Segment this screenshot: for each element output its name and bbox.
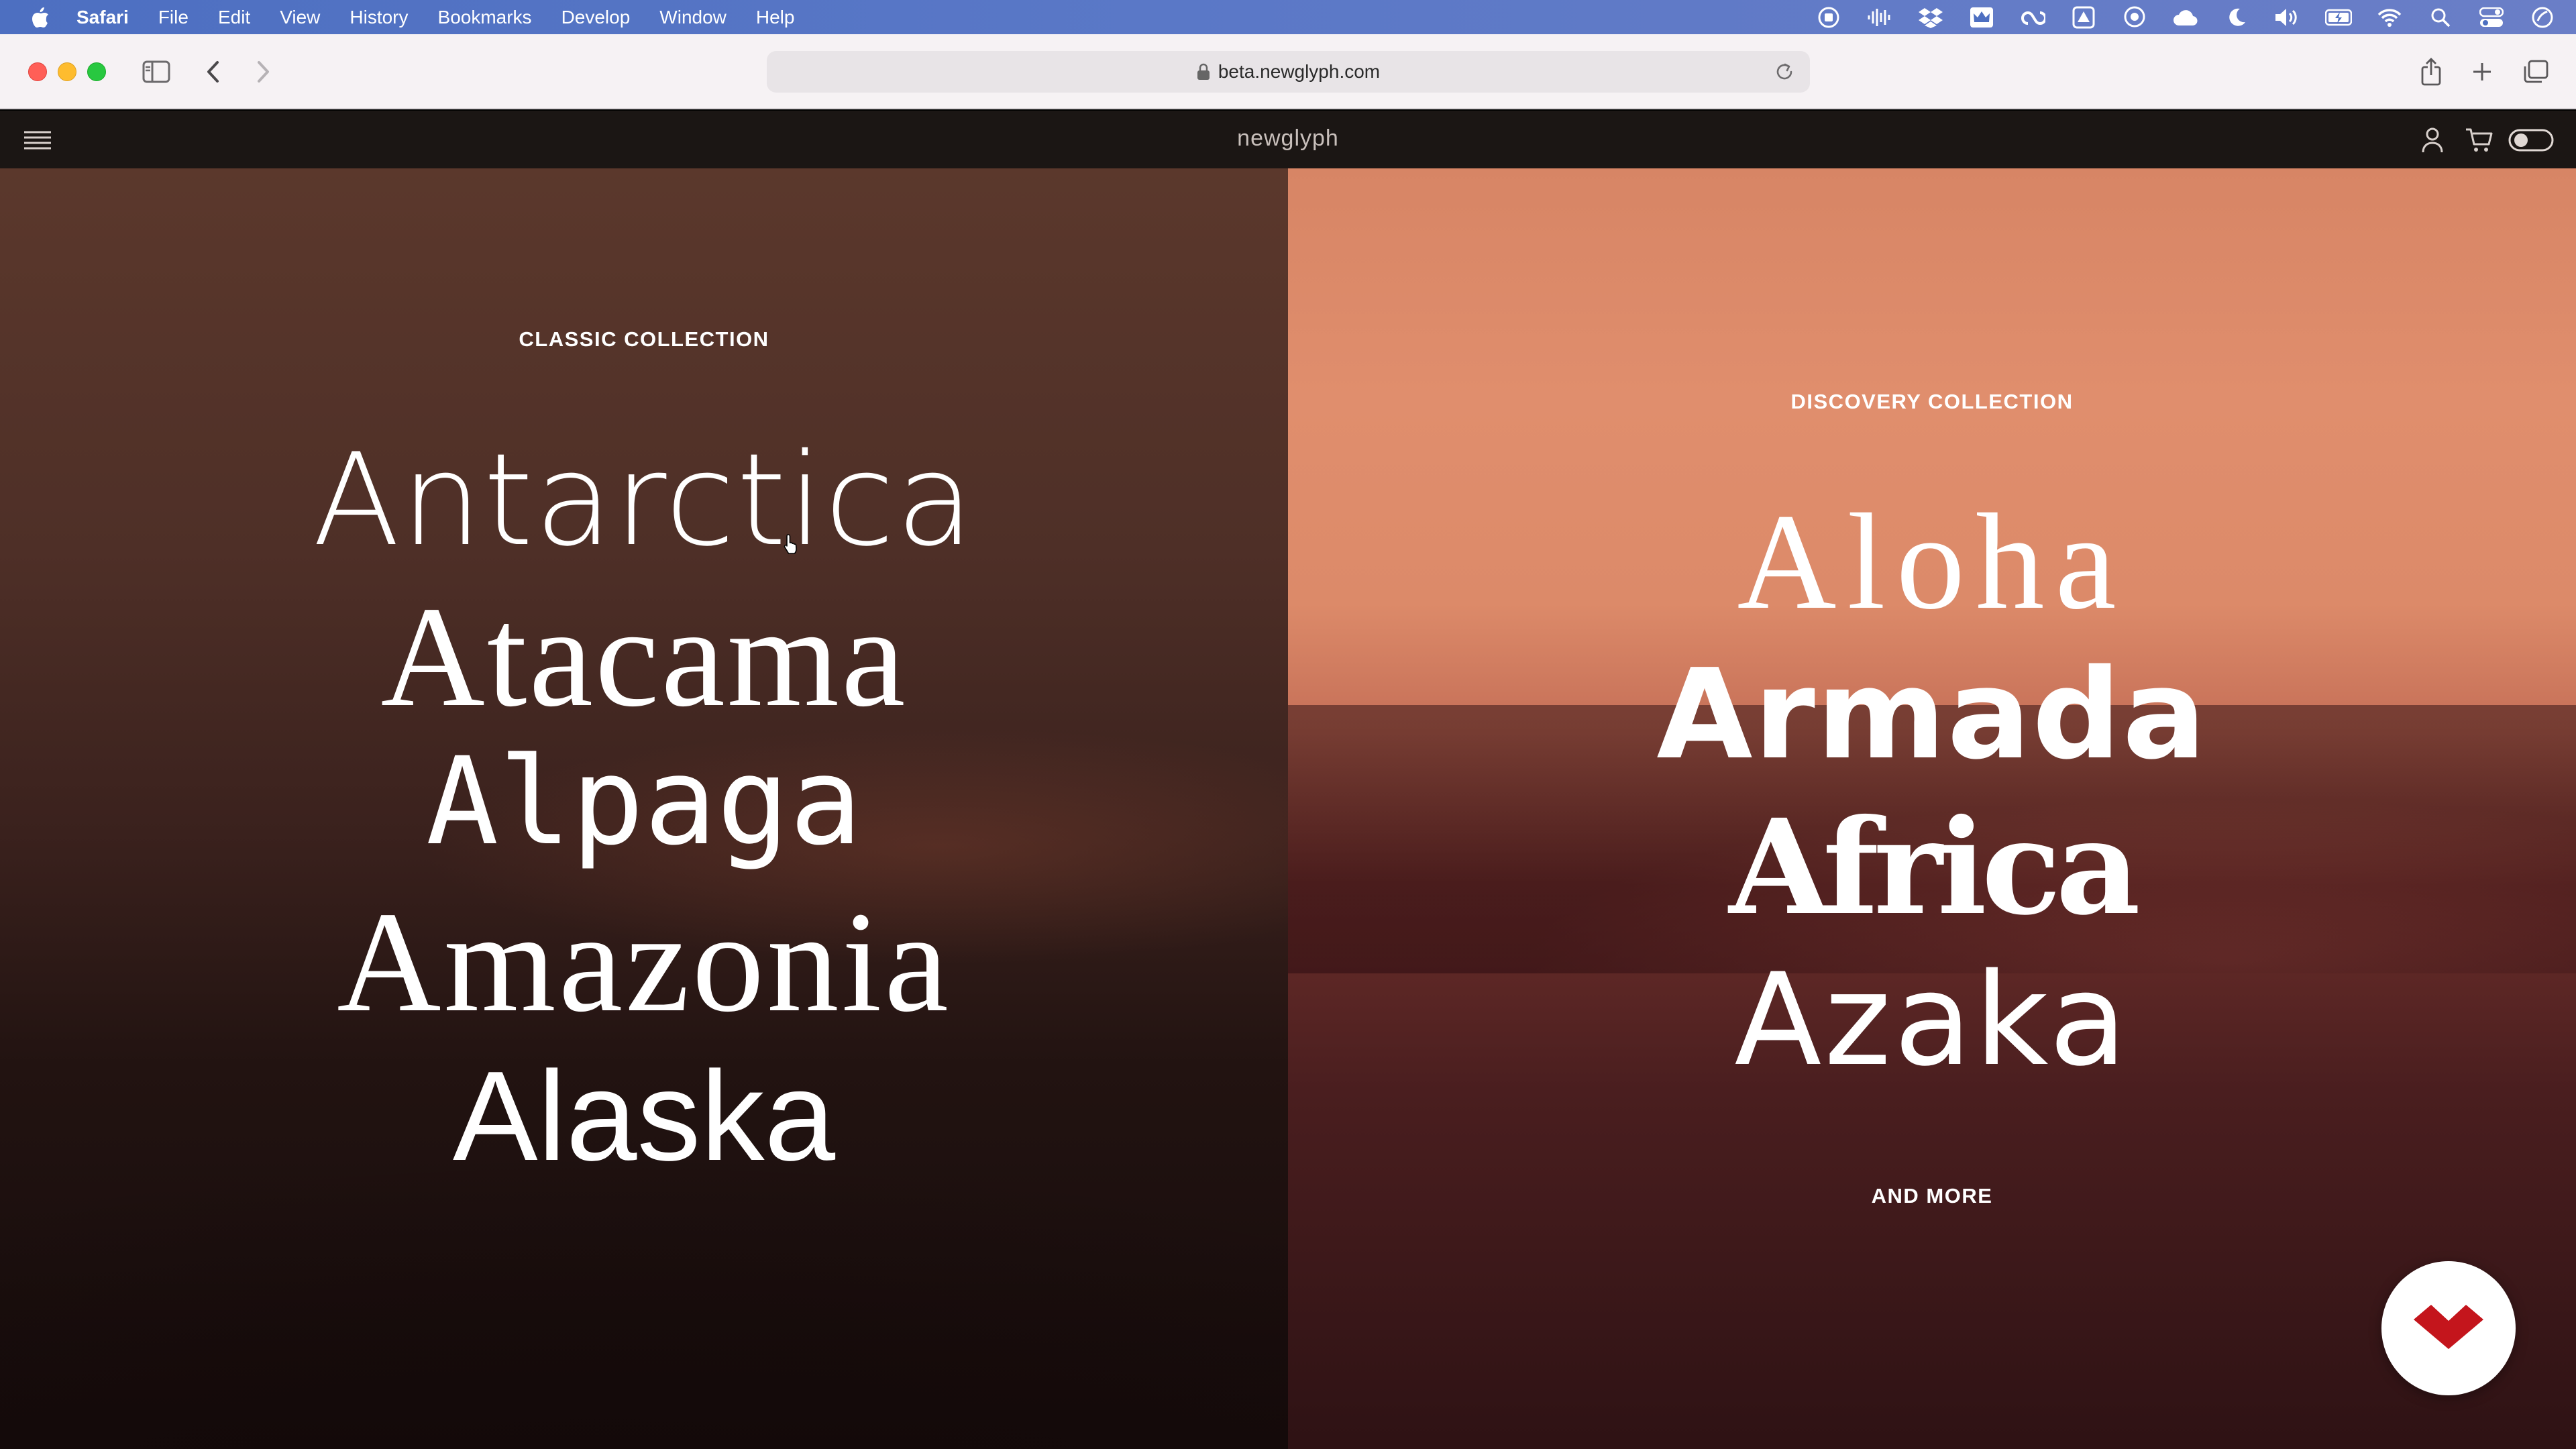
discovery-collection-panel[interactable]: DISCOVERY COLLECTION Aloha Armada Africa…: [1288, 168, 2576, 1449]
classic-collection-panel[interactable]: CLASSIC COLLECTION Antarctica Atacama Al…: [0, 168, 1288, 1449]
font-atacama[interactable]: Atacama: [0, 584, 1288, 729]
sidebar-toggle-icon[interactable]: [138, 56, 175, 88]
back-button[interactable]: [195, 56, 232, 88]
menu-help[interactable]: Help: [756, 7, 795, 28]
and-more-link[interactable]: AND MORE: [1288, 1184, 2576, 1208]
tab-overview-icon[interactable]: [2517, 56, 2555, 88]
battery-icon[interactable]: [2325, 6, 2352, 29]
menu-develop[interactable]: Develop: [561, 7, 631, 28]
wifi-icon[interactable]: [2376, 6, 2403, 29]
share-icon[interactable]: [2412, 56, 2450, 88]
chat-widget-button[interactable]: [2381, 1261, 2516, 1395]
siri-icon[interactable]: [2529, 6, 2556, 29]
font-alaska[interactable]: Alaska: [0, 1053, 1288, 1180]
menu-edit[interactable]: Edit: [218, 7, 250, 28]
menu-history[interactable]: History: [350, 7, 408, 28]
font-azaka[interactable]: Azaka: [1288, 957, 2576, 1084]
cart-icon[interactable]: [2462, 125, 2496, 155]
cloud-icon[interactable]: [2172, 6, 2199, 29]
forward-button[interactable]: [244, 56, 282, 88]
discovery-collection-heading[interactable]: DISCOVERY COLLECTION: [1288, 390, 2576, 414]
dropbox-icon[interactable]: [1917, 6, 1944, 29]
site-logo[interactable]: newglyph: [0, 125, 2576, 152]
macos-menu-bar: Safari File Edit View History Bookmarks …: [0, 0, 2576, 34]
window-close-button[interactable]: [28, 62, 47, 81]
account-icon[interactable]: [2418, 125, 2447, 155]
window-zoom-button[interactable]: [87, 62, 106, 81]
volume-icon[interactable]: [2274, 6, 2301, 29]
window-minimize-button[interactable]: [58, 62, 76, 81]
classic-collection-heading[interactable]: CLASSIC COLLECTION: [0, 327, 1288, 352]
menu-app-safari[interactable]: Safari: [76, 7, 129, 28]
messenger-icon[interactable]: [2121, 6, 2148, 29]
font-alpaga[interactable]: Alpaga: [0, 742, 1288, 863]
audio-waveform-icon[interactable]: [1866, 6, 1893, 29]
address-bar[interactable]: beta.newglyph.com: [767, 51, 1810, 93]
site-header: newglyph: [0, 111, 2576, 168]
menu-bookmarks[interactable]: Bookmarks: [438, 7, 532, 28]
theme-toggle[interactable]: [2508, 125, 2555, 155]
apple-menu-icon[interactable]: [28, 5, 52, 30]
font-aloha[interactable]: Aloha: [1288, 493, 2576, 631]
browser-toolbar: beta.newglyph.com: [0, 34, 2576, 109]
moon-icon[interactable]: [2223, 6, 2250, 29]
pointer-cursor-icon: [783, 533, 800, 556]
font-africa[interactable]: Africa: [1288, 802, 2576, 932]
font-antarctica[interactable]: Antarctica: [0, 437, 1288, 564]
drive-icon[interactable]: [2070, 6, 2097, 29]
creative-cloud-icon[interactable]: [2019, 6, 2046, 29]
control-center-icon[interactable]: [2478, 6, 2505, 29]
menu-file[interactable]: File: [158, 7, 189, 28]
menu-view[interactable]: View: [280, 7, 320, 28]
screen-record-icon[interactable]: [1815, 6, 1842, 29]
reload-icon[interactable]: [1774, 61, 1795, 83]
brand-mark-icon: [2414, 1304, 2483, 1352]
menu-window[interactable]: Window: [659, 7, 727, 28]
new-tab-icon[interactable]: [2463, 56, 2501, 88]
url-text: beta.newglyph.com: [1218, 61, 1381, 82]
crown-app-icon[interactable]: [1968, 6, 1995, 29]
lock-icon: [1197, 63, 1210, 80]
font-amazonia[interactable]: Amazonia: [0, 890, 1288, 1034]
font-armada[interactable]: Armada: [1288, 653, 2576, 777]
spotlight-icon[interactable]: [2427, 6, 2454, 29]
